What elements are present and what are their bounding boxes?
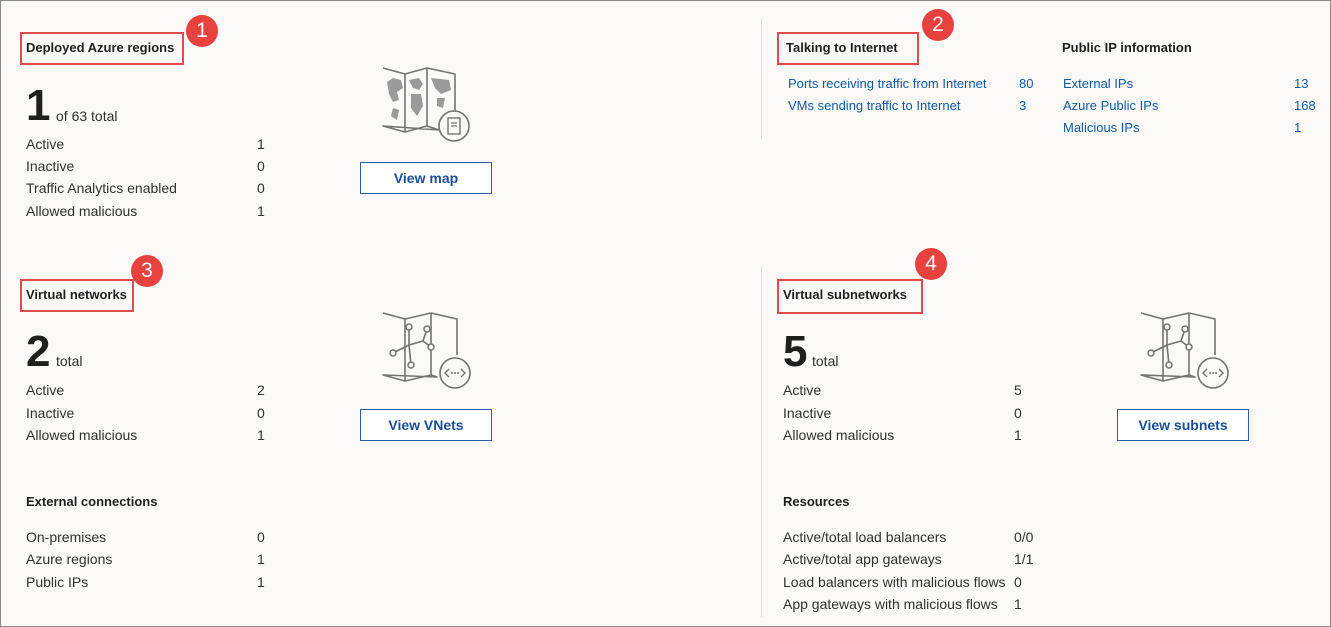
resources-row-label: Load balancers with malicious flows (783, 574, 1006, 590)
public-ip-row-link[interactable]: Malicious IPs (1063, 120, 1140, 135)
public-ip-row-value[interactable]: 13 (1294, 76, 1308, 91)
subnets-title: Virtual subnetworks (783, 287, 908, 302)
regions-title: Deployed Azure regions (26, 40, 175, 55)
subnets-row-value: 5 (1014, 382, 1022, 398)
external-title: External connections (26, 494, 158, 509)
view-map-button[interactable]: View map (360, 162, 492, 194)
internet-callout-badge: 2 (922, 9, 954, 41)
resources-row-value: 0 (1014, 574, 1022, 590)
resources-title: Resources (783, 494, 850, 509)
external-row-label: Public IPs (26, 574, 89, 590)
regions-row-label: Inactive (26, 158, 75, 174)
public-ip-row-link[interactable]: External IPs (1063, 76, 1133, 91)
world-map-icon (379, 64, 471, 147)
external-row-value: 1 (257, 551, 265, 567)
regions-callout-badge: 1 (186, 15, 218, 47)
public-ip-row-link[interactable]: Azure Public IPs (1063, 98, 1158, 113)
external-row-label: On-premises (26, 529, 107, 545)
subnets-row-label: Active (783, 382, 822, 398)
internet-row-link[interactable]: VMs sending traffic to Internet (788, 98, 960, 113)
subnets-callout-badge: 4 (915, 248, 947, 280)
resources-row-label: Active/total load balancers (783, 529, 947, 545)
regions-row-label: Traffic Analytics enabled (26, 180, 177, 196)
subnet-map-icon (1137, 309, 1231, 394)
vnets-row-value: 1 (257, 427, 265, 443)
internet-row-link[interactable]: Ports receiving traffic from Internet (788, 76, 986, 91)
view-subnets-button[interactable]: View subnets (1117, 409, 1249, 441)
external-row-value: 0 (257, 529, 265, 545)
internet-row-value[interactable]: 80 (1019, 76, 1033, 91)
subnets-row-value: 0 (1014, 405, 1022, 421)
resources-row-value: 1 (1014, 596, 1022, 612)
internet-title: Talking to Internet (786, 40, 898, 55)
subnets-row-label: Inactive (783, 405, 832, 421)
regions-count: 1 (26, 81, 51, 130)
bottom-section-divider (761, 267, 762, 617)
resources-row-label: App gateways with malicious flows (783, 596, 998, 612)
regions-row-label: Allowed malicious (26, 203, 138, 219)
vnets-row-label: Allowed malicious (26, 427, 138, 443)
regions-count-suffix: of 63 total (56, 108, 118, 124)
internet-row-value[interactable]: 3 (1019, 98, 1026, 113)
resources-row-value: 0/0 (1014, 529, 1034, 545)
vnets-row-label: Inactive (26, 405, 75, 421)
regions-row-value: 0 (257, 158, 265, 174)
subnets-count-suffix: total (812, 353, 839, 369)
regions-row-value: 0 (257, 180, 265, 196)
subnets-count: 5 (783, 327, 808, 376)
external-row-label: Azure regions (26, 551, 113, 567)
vnets-title: Virtual networks (26, 287, 127, 302)
vnets-count-suffix: total (56, 353, 83, 369)
subnets-row-label: Allowed malicious (783, 427, 895, 443)
vnets-count: 2 (26, 327, 51, 376)
public-ip-row-value[interactable]: 1 (1294, 120, 1301, 135)
vnets-row-value: 2 (257, 382, 265, 398)
resources-row-value: 1/1 (1014, 551, 1034, 567)
public-ip-row-value[interactable]: 168 (1294, 98, 1316, 113)
resources-row-label: Active/total app gateways (783, 551, 942, 567)
network-map-icon (379, 309, 473, 394)
view-vnets-button[interactable]: View VNets (360, 409, 492, 441)
vnets-row-value: 0 (257, 405, 265, 421)
vnets-callout-badge: 3 (131, 255, 163, 287)
external-row-value: 1 (257, 574, 265, 590)
regions-row-value: 1 (257, 136, 265, 152)
vnets-row-label: Active (26, 382, 65, 398)
public-ip-title: Public IP information (1062, 40, 1192, 55)
subnets-row-value: 1 (1014, 427, 1022, 443)
regions-row-label: Active (26, 136, 65, 152)
regions-row-value: 1 (257, 203, 265, 219)
top-section-divider (761, 19, 762, 139)
